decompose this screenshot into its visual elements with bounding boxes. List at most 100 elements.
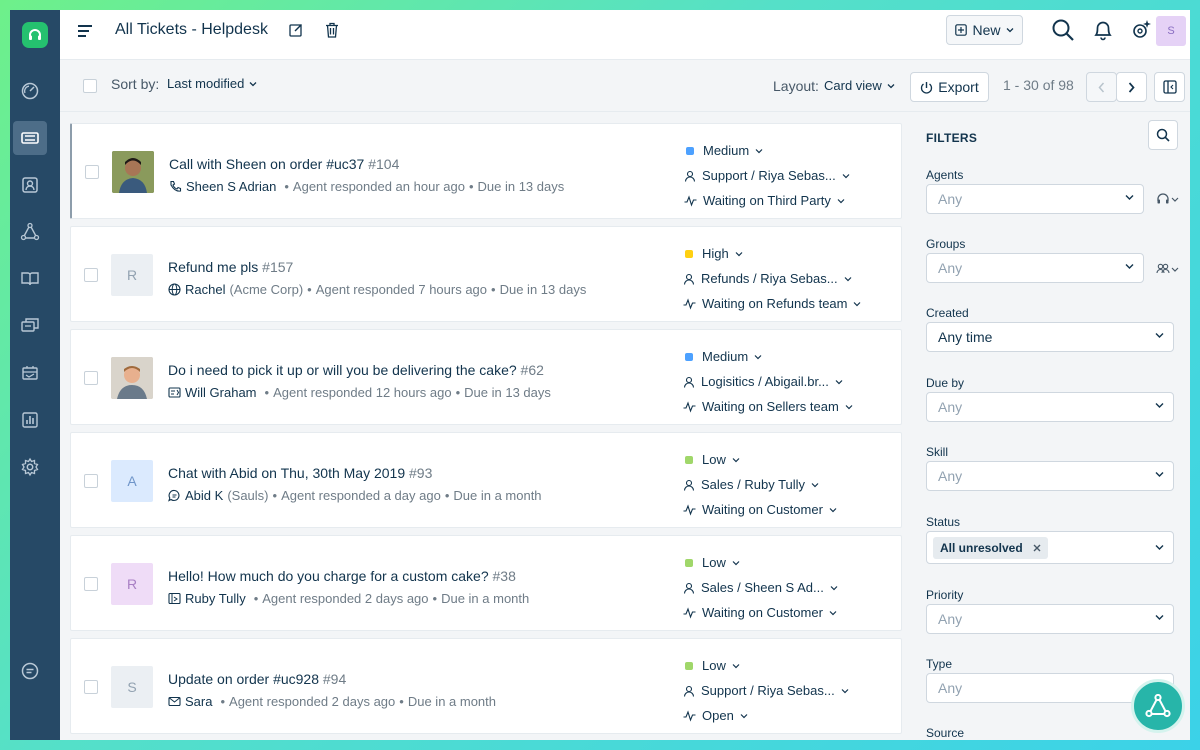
- search-icon: [1156, 128, 1170, 142]
- agent-person-icon: [683, 273, 695, 285]
- search-icon[interactable]: [1050, 17, 1076, 43]
- created-select[interactable]: Any time: [926, 322, 1174, 352]
- status-dropdown[interactable]: Waiting on Customer: [683, 600, 838, 625]
- filter-search-button[interactable]: [1148, 120, 1178, 150]
- agent-headset-toggle-icon[interactable]: [1156, 192, 1180, 209]
- requester-photo-avatar: [112, 151, 154, 193]
- notifications-bell-icon[interactable]: [1091, 18, 1115, 42]
- user-avatar[interactable]: S: [1156, 16, 1186, 46]
- ticket-card[interactable]: A Chat with Abid on Thu, 30th May 2019 #…: [70, 432, 902, 528]
- ticket-properties: Low Sales / Ruby Tully Waiting on Custom…: [683, 447, 837, 522]
- status-dropdown[interactable]: Waiting on Refunds team: [683, 291, 861, 316]
- skill-select[interactable]: Any: [926, 461, 1174, 491]
- ticket-checkbox[interactable]: [84, 680, 98, 694]
- requester-initial-avatar: A: [111, 460, 153, 502]
- contacts-icon[interactable]: [13, 168, 47, 202]
- type-label: Type: [926, 657, 953, 671]
- agents-value: Any: [938, 191, 963, 207]
- assets-icon[interactable]: [13, 356, 47, 390]
- ticket-checkbox[interactable]: [85, 165, 99, 179]
- layout-dropdown[interactable]: Card view: [824, 78, 895, 93]
- status-pulse-icon: [684, 194, 697, 207]
- agents-select[interactable]: Any: [926, 184, 1144, 214]
- groups-select[interactable]: Any: [926, 253, 1144, 283]
- status-select[interactable]: All unresolved: [926, 531, 1174, 564]
- apps-sparkle-icon[interactable]: [1129, 18, 1153, 42]
- reports-icon[interactable]: [13, 403, 47, 437]
- agent-person-icon: [683, 685, 695, 697]
- group-agent-dropdown[interactable]: Logisitics / Abigail.br...: [683, 369, 853, 394]
- ticket-checkbox[interactable]: [84, 371, 98, 385]
- select-all-checkbox[interactable]: [83, 79, 97, 93]
- due-by-select[interactable]: Any: [926, 392, 1174, 422]
- forums-icon[interactable]: [13, 309, 47, 343]
- priority-select[interactable]: Any: [926, 604, 1174, 634]
- priority-dot: [685, 455, 693, 464]
- status-dropdown[interactable]: Waiting on Customer: [683, 497, 837, 522]
- ticket-properties: High Refunds / Riya Sebas... Waiting on …: [683, 241, 861, 316]
- group-agent-dropdown[interactable]: Sales / Ruby Tully: [683, 472, 837, 497]
- ticket-checkbox[interactable]: [84, 268, 98, 282]
- logo[interactable]: [10, 10, 60, 60]
- social-icon[interactable]: [13, 215, 47, 249]
- help-widget-button[interactable]: [1131, 679, 1185, 733]
- email-icon: [168, 696, 181, 707]
- priority-dropdown[interactable]: Low: [683, 447, 837, 472]
- hamburger-menu-icon[interactable]: [74, 20, 96, 42]
- ticket-checkbox[interactable]: [84, 474, 98, 488]
- ticket-meta: Abid K (Sauls) • Agent responded a day ag…: [168, 488, 542, 503]
- ticket-properties: Low Support / Riya Sebas... Open: [683, 653, 849, 728]
- settings-gear-icon[interactable]: [13, 450, 47, 484]
- chevron-down-icon: [1155, 403, 1164, 408]
- ticket-card[interactable]: S Update on order #uc928 #94 Sara • Agent…: [70, 638, 902, 734]
- priority-dropdown[interactable]: High: [683, 241, 861, 266]
- status-dropdown[interactable]: Waiting on Third Party: [684, 188, 850, 213]
- group-agent-dropdown[interactable]: Support / Riya Sebas...: [683, 678, 849, 703]
- chevron-down-icon: [1006, 28, 1013, 33]
- source-label: Source: [926, 726, 965, 740]
- ticket-subject[interactable]: Update on order #uc928 #94: [168, 671, 346, 687]
- prev-page-button[interactable]: [1086, 72, 1117, 102]
- group-agent-dropdown[interactable]: Refunds / Riya Sebas...: [683, 266, 861, 291]
- priority-dropdown[interactable]: Low: [683, 550, 838, 575]
- ticket-card[interactable]: R Refund me pls #157 Rachel (Acme Corp) …: [70, 226, 902, 322]
- next-page-button[interactable]: [1116, 72, 1147, 102]
- status-pulse-icon: [683, 709, 696, 722]
- export-button[interactable]: Export: [910, 72, 989, 102]
- ticket-card[interactable]: Do i need to pick it up or will you be d…: [70, 329, 902, 425]
- chat-icon: [168, 489, 180, 502]
- priority-dropdown[interactable]: Low: [683, 653, 849, 678]
- sort-dropdown[interactable]: Last modified: [167, 76, 257, 91]
- group-agent-dropdown[interactable]: Sales / Sheen S Ad...: [683, 575, 838, 600]
- chevron-left-icon: [1098, 82, 1105, 92]
- chat-support-icon[interactable]: [13, 654, 47, 688]
- ticket-card[interactable]: R Hello! How much do you charge for a cu…: [70, 535, 902, 631]
- status-pulse-icon: [683, 503, 696, 516]
- plus-square-icon: [955, 24, 968, 36]
- ticket-checkbox[interactable]: [84, 577, 98, 591]
- chevron-down-icon: [1155, 472, 1164, 477]
- ticket-subject[interactable]: Call with Sheen on order #uc37 #104: [169, 156, 399, 172]
- new-button[interactable]: New: [946, 15, 1023, 45]
- ticket-subject[interactable]: Hello! How much do you charge for a cust…: [168, 568, 516, 584]
- status-dropdown[interactable]: Open: [683, 703, 849, 728]
- groups-people-toggle-icon[interactable]: [1156, 262, 1180, 279]
- tickets-icon[interactable]: [13, 121, 47, 155]
- status-dropdown[interactable]: Waiting on Sellers team: [683, 394, 853, 419]
- priority-dot: [685, 558, 693, 567]
- group-agent-dropdown[interactable]: Support / Riya Sebas...: [684, 163, 850, 188]
- ticket-subject[interactable]: Refund me pls #157: [168, 259, 293, 275]
- ticket-subject[interactable]: Do i need to pick it up or will you be d…: [168, 362, 544, 378]
- delete-view-icon[interactable]: [321, 19, 343, 41]
- toggle-filters-button[interactable]: [1154, 72, 1185, 102]
- close-icon[interactable]: [1033, 544, 1041, 552]
- page-title: All Tickets - Helpdesk: [115, 21, 268, 38]
- priority-dropdown[interactable]: Medium: [684, 138, 850, 163]
- dashboard-icon[interactable]: [13, 74, 47, 108]
- priority-dropdown[interactable]: Medium: [683, 344, 853, 369]
- ticket-subject[interactable]: Chat with Abid on Thu, 30th May 2019 #93: [168, 465, 432, 481]
- solutions-book-icon[interactable]: [13, 262, 47, 296]
- ticket-properties: Low Sales / Sheen S Ad... Waiting on Cus…: [683, 550, 838, 625]
- edit-view-icon[interactable]: [285, 19, 307, 41]
- ticket-card[interactable]: Call with Sheen on order #uc37 #104 Shee…: [70, 123, 902, 219]
